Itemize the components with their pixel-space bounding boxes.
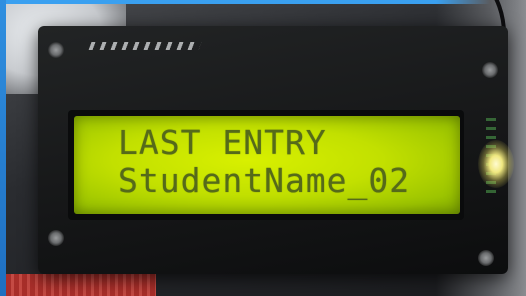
photo-scene: LAST ENTRY StudentName_02 [0, 0, 526, 296]
red-breadboard-strip [6, 274, 156, 296]
lcd-line-2: StudentName_02 [118, 161, 411, 200]
header-pins [88, 42, 202, 50]
lcd-screen: LAST ENTRY StudentName_02 [74, 116, 460, 214]
lcd-line-1: LAST ENTRY [118, 123, 327, 162]
mounting-hole-bottom-right [478, 250, 494, 266]
mounting-hole-top-left [48, 42, 64, 58]
backlight-led-glow [478, 140, 514, 188]
mounting-hole-top-right [482, 62, 498, 78]
mounting-hole-bottom-left [48, 230, 64, 246]
